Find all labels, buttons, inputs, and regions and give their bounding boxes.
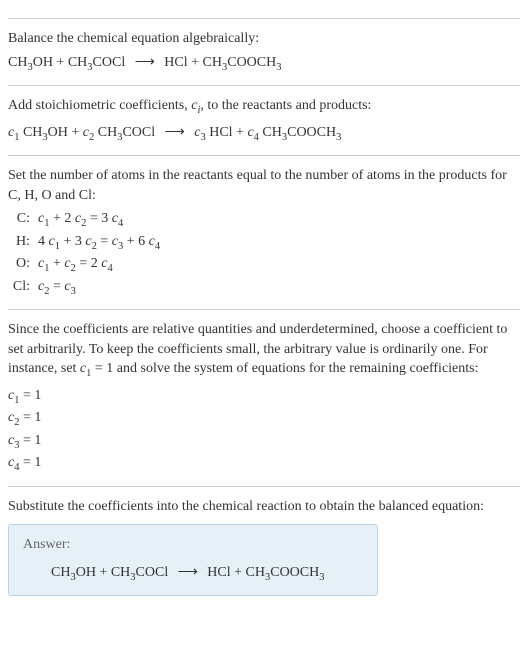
eq-part: COCl <box>93 55 126 70</box>
stoich-coeff-section: Add stoichiometric coefficients, ci, to … <box>8 85 520 145</box>
eq-part: HCl + CH <box>164 55 222 70</box>
eq-part: COCl <box>136 565 169 580</box>
eq-part: CH <box>94 125 117 140</box>
eq-part: = 1 <box>19 410 41 425</box>
coeff-c2: c2 = 1 <box>8 408 520 430</box>
eq-part: OH + CH <box>76 565 131 580</box>
element-label: H: <box>8 232 30 254</box>
eq-sub: 3 <box>319 572 324 583</box>
eq-part: CH <box>8 55 27 70</box>
coeff-c4: c4 = 1 <box>8 453 520 475</box>
element-label: C: <box>8 209 30 231</box>
element-equations: C: c1 + 2 c2 = 3 c4 H: 4 c1 + 3 c2 = c3 … <box>8 209 520 299</box>
eq-part: = 1 <box>19 388 41 403</box>
eq-part: COCl <box>122 125 155 140</box>
answer-box: Answer: CH3OH + CH3COCl ⟶ HCl + CH3COOCH… <box>8 524 378 596</box>
atom-balance-intro: Set the number of atoms in the reactants… <box>8 166 520 205</box>
eq-part: HCl + <box>206 125 248 140</box>
var-sub: 4 <box>118 218 123 229</box>
eq-part: + 2 <box>49 211 74 226</box>
stoich-intro-text: Add stoichiometric coefficients, ci, to … <box>8 96 520 118</box>
solve-intro: Since the coefficients are relative quan… <box>8 320 520 382</box>
eq-part: = 1 <box>19 433 41 448</box>
row-Cl: Cl: c2 = c3 <box>8 277 520 299</box>
eq-part: = <box>49 279 64 294</box>
balanced-equation: CH3OH + CH3COCl ⟶ HCl + CH3COOCH3 <box>23 563 363 585</box>
eq-part: CH <box>51 565 70 580</box>
coeff-values: c1 = 1 c2 = 1 c3 = 1 c4 = 1 <box>8 386 520 476</box>
element-eq: 4 c1 + 3 c2 = c3 + 6 c4 <box>38 232 160 254</box>
eq-part: = 1 <box>19 455 41 470</box>
eq-part: + 6 <box>123 234 148 249</box>
var-sub: 4 <box>155 241 160 252</box>
arrow-icon: ⟶ <box>135 55 155 70</box>
eq-part: COOCH <box>287 125 336 140</box>
element-eq: c1 + c2 = 2 c4 <box>38 254 113 276</box>
var-sub: 3 <box>71 285 76 296</box>
eq-part: HCl + CH <box>207 565 265 580</box>
eq-part: COOCH <box>227 55 276 70</box>
eq-part: + <box>49 256 64 271</box>
eq-part: = 2 <box>76 256 101 271</box>
stoich-equation: c1 CH3OH + c2 CH3COCl ⟶ c3 HCl + c4 CH3C… <box>8 123 520 145</box>
unbalanced-equation: CH3OH + CH3COCl ⟶ HCl + CH3COOCH3 <box>8 53 520 75</box>
eq-part: + 3 <box>60 234 85 249</box>
eq-sub: 3 <box>336 131 341 142</box>
element-eq: c1 + 2 c2 = 3 c4 <box>38 209 123 231</box>
eq-part: OH + CH <box>33 55 88 70</box>
text-part: = 1 and solve the system of equations fo… <box>91 361 478 376</box>
eq-part: 4 <box>38 234 49 249</box>
eq-sub: 3 <box>276 61 281 72</box>
eq-part: CH <box>19 125 42 140</box>
solve-section: Since the coefficients are relative quan… <box>8 309 520 476</box>
eq-part: CH <box>259 125 282 140</box>
element-label: O: <box>8 254 30 276</box>
arrow-icon: ⟶ <box>178 565 198 580</box>
text-part: Add stoichiometric coefficients, <box>8 98 191 113</box>
var-sub: 4 <box>107 263 112 274</box>
answer-intro: Substitute the coefficients into the che… <box>8 497 520 517</box>
eq-part: COOCH <box>270 565 319 580</box>
row-H: H: 4 c1 + 3 c2 = c3 + 6 c4 <box>8 232 520 254</box>
eq-part: = 3 <box>86 211 111 226</box>
balance-intro-text: Balance the chemical equation algebraica… <box>8 29 520 49</box>
element-label: Cl: <box>8 277 30 299</box>
element-eq: c2 = c3 <box>38 277 76 299</box>
arrow-icon: ⟶ <box>165 125 185 140</box>
coeff-c1: c1 = 1 <box>8 386 520 408</box>
atom-balance-section: Set the number of atoms in the reactants… <box>8 155 520 299</box>
row-O: O: c1 + c2 = 2 c4 <box>8 254 520 276</box>
balance-intro-section: Balance the chemical equation algebraica… <box>8 18 520 75</box>
eq-part: = <box>97 234 112 249</box>
answer-section: Substitute the coefficients into the che… <box>8 486 520 597</box>
coeff-c3: c3 = 1 <box>8 431 520 453</box>
text-part: , to the reactants and products: <box>200 98 371 113</box>
row-C: C: c1 + 2 c2 = 3 c4 <box>8 209 520 231</box>
answer-label: Answer: <box>23 535 363 555</box>
eq-part: OH + <box>48 125 83 140</box>
